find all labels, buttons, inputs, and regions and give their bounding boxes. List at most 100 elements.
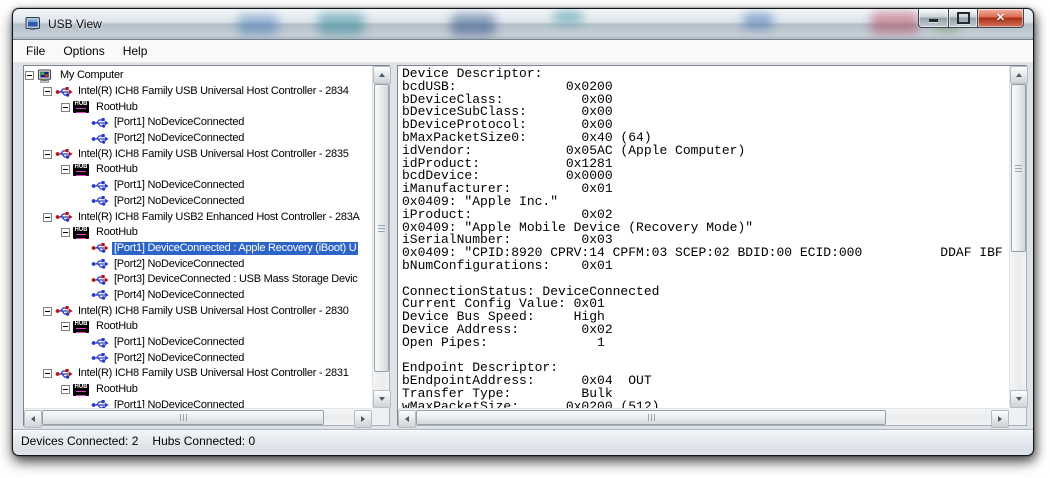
tree-item[interactable]: [Port1] NoDeviceConnected xyxy=(24,397,372,408)
tree-item[interactable]: HUBRootHub xyxy=(24,162,372,178)
tree-item[interactable]: HUBRootHub xyxy=(24,382,372,398)
controller-icon xyxy=(55,305,73,318)
tree-item[interactable]: [Port1] NoDeviceConnected xyxy=(24,178,372,194)
tree-item[interactable]: My Computer xyxy=(24,68,372,84)
details-vertical-scrollbar xyxy=(1009,66,1026,408)
scroll-right-button[interactable] xyxy=(991,410,1009,428)
device-details-pane: Device Descriptor: bcdUSB: 0x0200 bDevic… xyxy=(397,65,1027,426)
tree-item[interactable]: [Port1] DeviceConnected : Apple Recovery… xyxy=(24,241,372,257)
scroll-track[interactable] xyxy=(373,372,389,390)
maximize-button[interactable] xyxy=(949,9,977,28)
tree-item[interactable]: HUBRootHub xyxy=(24,319,372,335)
tree-item-label: [Port3] DeviceConnected : USB Mass Stora… xyxy=(112,273,360,286)
scroll-up-button[interactable] xyxy=(373,66,391,84)
computer-icon xyxy=(37,69,55,82)
scroll-up-icon xyxy=(379,73,385,77)
glass-reflection xyxy=(743,13,773,29)
menu-item-options[interactable]: Options xyxy=(54,41,113,61)
expander-spacer xyxy=(79,279,91,280)
collapse-icon[interactable] xyxy=(43,150,52,159)
expander-spacer xyxy=(79,248,91,249)
tree-hscroll-thumb[interactable] xyxy=(42,410,324,425)
maximize-icon xyxy=(957,12,970,24)
scroll-right-icon xyxy=(361,416,365,422)
minimize-icon xyxy=(929,19,938,22)
scroll-left-icon xyxy=(405,416,409,422)
collapse-icon[interactable] xyxy=(61,322,70,331)
tree-item-label: [Port1] NoDeviceConnected xyxy=(112,116,246,129)
menu-item-help[interactable]: Help xyxy=(114,41,157,61)
tree-item-label: RootHub xyxy=(94,163,140,176)
tree-item[interactable]: [Port3] DeviceConnected : USB Mass Stora… xyxy=(24,272,372,288)
collapse-icon[interactable] xyxy=(43,87,52,96)
scroll-down-button[interactable] xyxy=(1010,390,1028,408)
details-vscroll-thumb[interactable] xyxy=(1011,84,1026,252)
collapse-icon[interactable] xyxy=(43,307,52,316)
window-bottom-frame xyxy=(13,452,1033,455)
scrollbar-corner xyxy=(1009,408,1026,425)
scroll-track[interactable] xyxy=(1010,252,1026,390)
tree-item-label: Intel(R) ICH8 Family USB Universal Host … xyxy=(76,85,351,98)
tree-item-label: RootHub xyxy=(94,226,140,239)
title-bar[interactable]: USB View ✕ xyxy=(13,9,1033,40)
port-icon xyxy=(91,352,109,365)
caption-buttons: ✕ xyxy=(918,9,1024,28)
details-hscroll-thumb[interactable] xyxy=(416,410,886,425)
port-icon xyxy=(91,179,109,192)
scroll-up-button[interactable] xyxy=(1010,66,1028,84)
tree-item[interactable]: HUBRootHub xyxy=(24,225,372,241)
tree-item-label: [Port1] DeviceConnected : Apple Recovery… xyxy=(112,242,358,255)
tree-item[interactable]: [Port1] NoDeviceConnected xyxy=(24,115,372,131)
scroll-left-icon xyxy=(31,416,35,422)
device-details-text: Device Descriptor: bcdUSB: 0x0200 bDevic… xyxy=(398,66,1009,408)
tree-item[interactable]: Intel(R) ICH8 Family USB Universal Host … xyxy=(24,84,372,100)
tree-item[interactable]: HUBRootHub xyxy=(24,99,372,115)
collapse-icon[interactable] xyxy=(61,228,70,237)
tree-item[interactable]: Intel(R) ICH8 Family USB Universal Host … xyxy=(24,366,372,382)
controller-icon xyxy=(55,148,73,161)
scroll-track[interactable] xyxy=(324,409,354,425)
collapse-icon[interactable] xyxy=(25,71,34,80)
tree-item[interactable]: [Port4] NoDeviceConnected xyxy=(24,288,372,304)
tree-vscroll-thumb[interactable] xyxy=(374,84,389,372)
hubs-connected-count: Hubs Connected: 0 xyxy=(152,434,255,448)
tree-item-label: Intel(R) ICH8 Family USB Universal Host … xyxy=(76,305,351,318)
close-button[interactable]: ✕ xyxy=(977,9,1024,28)
tree-item-label: [Port4] NoDeviceConnected xyxy=(112,289,246,302)
scroll-right-button[interactable] xyxy=(354,410,372,428)
tree-item[interactable]: Intel(R) ICH8 Family USB Universal Host … xyxy=(24,303,372,319)
collapse-icon[interactable] xyxy=(43,213,52,222)
scroll-track[interactable] xyxy=(886,409,991,425)
details-horizontal-scrollbar xyxy=(398,408,1009,425)
scroll-left-button[interactable] xyxy=(24,410,42,428)
menu-item-file[interactable]: File xyxy=(17,41,54,61)
tree-item[interactable]: [Port2] NoDeviceConnected xyxy=(24,194,372,210)
expander-spacer xyxy=(79,295,91,296)
tree-item[interactable]: Intel(R) ICH8 Family USB Universal Host … xyxy=(24,146,372,162)
scroll-down-button[interactable] xyxy=(373,390,391,408)
hub-icon: HUB xyxy=(73,320,91,333)
expander-spacer xyxy=(79,201,91,202)
scroll-left-button[interactable] xyxy=(398,410,416,428)
tree-item[interactable]: [Port2] NoDeviceConnected xyxy=(24,350,372,366)
collapse-icon[interactable] xyxy=(61,385,70,394)
tree-item[interactable]: [Port2] NoDeviceConnected xyxy=(24,131,372,147)
collapse-icon[interactable] xyxy=(43,369,52,378)
minimize-button[interactable] xyxy=(918,9,949,28)
controller-icon xyxy=(55,211,73,224)
close-icon: ✕ xyxy=(996,13,1005,24)
expander-spacer xyxy=(79,405,91,406)
tree-item[interactable]: [Port1] NoDeviceConnected xyxy=(24,335,372,351)
tree-item-label: Intel(R) ICH8 Family USB2 Enhanced Host … xyxy=(76,211,362,224)
collapse-icon[interactable] xyxy=(61,103,70,112)
menu-bar: FileOptionsHelp xyxy=(13,40,1033,63)
collapse-icon[interactable] xyxy=(61,165,70,174)
tree-item-label: [Port2] NoDeviceConnected xyxy=(112,132,246,145)
port-icon xyxy=(91,116,109,129)
port-icon xyxy=(91,258,109,271)
device-tree-pane: My ComputerIntel(R) ICH8 Family USB Univ… xyxy=(23,65,390,426)
port-icon xyxy=(91,399,109,408)
port-icon xyxy=(91,132,109,145)
tree-item[interactable]: [Port2] NoDeviceConnected xyxy=(24,256,372,272)
tree-item[interactable]: Intel(R) ICH8 Family USB2 Enhanced Host … xyxy=(24,209,372,225)
